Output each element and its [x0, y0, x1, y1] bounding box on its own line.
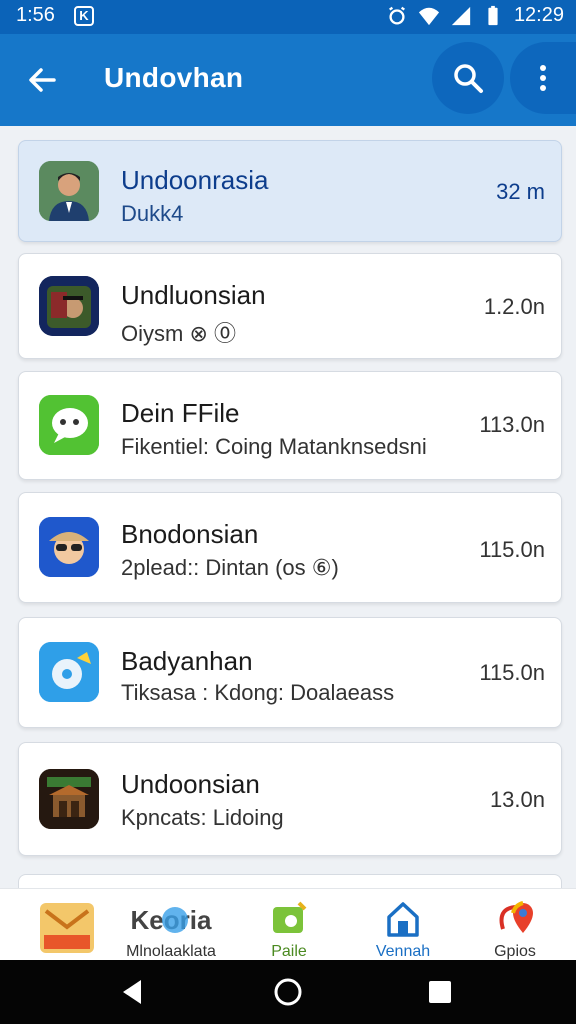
- list-item[interactable]: Bnodonsian 2plead:: Dintan (os ⑥) 115.0n: [18, 492, 562, 603]
- map-pin-icon: [499, 901, 533, 933]
- globe-search-icon: [162, 907, 188, 933]
- back-triangle-icon: [123, 980, 141, 1004]
- nav-item-vennah[interactable]: Vennah: [348, 895, 458, 960]
- sunglasses-face-icon: [39, 517, 99, 577]
- item-subtitle: Dukk4: [121, 201, 184, 226]
- list-item[interactable]: Undoonsian Kpncats: Lidoing 13.0n: [18, 742, 562, 856]
- item-subtitle: 2plead:: Dintan (os ⑥): [121, 555, 339, 580]
- nav-label: Vennah: [375, 943, 431, 960]
- recents-square-icon: [429, 981, 451, 1003]
- home-circle-icon: [274, 978, 302, 1006]
- item-size: 113.0n: [479, 412, 545, 437]
- more-vert-icon: [540, 65, 546, 91]
- back-button[interactable]: [114, 974, 150, 1010]
- person-photo-icon: [39, 161, 99, 221]
- list-item[interactable]: Badyanhan Tiksasa : Kdong: Doalaeass 115…: [18, 617, 562, 728]
- item-name: Undoonsian: [121, 769, 260, 799]
- item-size: 115.0n: [479, 537, 545, 562]
- item-name: Undoonrasia: [121, 165, 269, 195]
- building-icon: [39, 769, 99, 829]
- status-bar: 1:56 K 12:29: [0, 0, 576, 34]
- item-size: 13.0n: [489, 787, 545, 812]
- item-name: Undluonsian: [121, 280, 266, 310]
- list-item[interactable]: Undluonsian Oiysm ⊗ ⓪ 1.2.0n: [18, 253, 562, 359]
- battery-icon: [488, 5, 498, 25]
- status-time-right: 12:29: [513, 4, 564, 26]
- item-subtitle: Oiysm ⊗ ⓪: [121, 321, 236, 346]
- item-subtitle: Kpncats: Lidoing: [121, 805, 284, 830]
- item-size: 1.2.0n: [483, 294, 545, 319]
- nav-label: Gpios: [494, 943, 536, 960]
- signal-icon: [451, 6, 471, 25]
- bottom-nav: Keoria Mlnolaaklata Paile Vennah Gpios: [0, 888, 576, 960]
- search-button[interactable]: [432, 42, 504, 114]
- page-title: Undovhan: [104, 62, 244, 93]
- back-arrow-icon[interactable]: [22, 60, 62, 100]
- nav-item-keoria[interactable]: Keoria Mlnolaaklata: [116, 895, 226, 960]
- poster-icon: [39, 276, 99, 336]
- list-item[interactable]: Undoonrasia Dukk4 32 m: [18, 140, 562, 242]
- alarm-icon: [388, 6, 405, 24]
- nav-label: Paile: [271, 943, 307, 960]
- folder-plus-icon: [273, 901, 307, 933]
- wifi-icon: [418, 7, 440, 25]
- nav-item-mail[interactable]: [12, 895, 122, 959]
- item-size: 32 m: [496, 179, 545, 204]
- item-name: Badyanhan: [121, 646, 253, 676]
- item-name: Dein FFile: [121, 398, 240, 428]
- recents-button[interactable]: [422, 974, 458, 1010]
- home-button[interactable]: [270, 974, 306, 1010]
- system-nav-bar: [0, 960, 576, 1024]
- nav-item-gpios[interactable]: Gpios: [460, 895, 570, 960]
- nav-item-paile[interactable]: Paile: [234, 895, 344, 960]
- search-icon: [454, 64, 483, 93]
- disc-icon: [39, 642, 99, 702]
- item-subtitle: Fikentiel: Coing Matanknsedsni: [121, 434, 427, 459]
- item-subtitle: Tiksasa : Kdong: Doalaeass: [121, 680, 395, 705]
- notification-icon: K: [74, 6, 94, 26]
- item-name: Bnodonsian: [121, 519, 259, 549]
- mail-icon: [40, 903, 94, 953]
- more-options-button[interactable]: [510, 42, 576, 114]
- chat-bubble-icon: [39, 395, 99, 455]
- status-time-left: 1:56: [16, 4, 55, 26]
- house-icon: [387, 902, 419, 937]
- list-item[interactable]: Dein FFile Fikentiel: Coing Matanknsedsn…: [18, 371, 562, 480]
- nav-label: Mlnolaaklata: [126, 943, 216, 960]
- item-size: 115.0n: [479, 660, 545, 685]
- app-bar: Undovhan: [0, 34, 576, 126]
